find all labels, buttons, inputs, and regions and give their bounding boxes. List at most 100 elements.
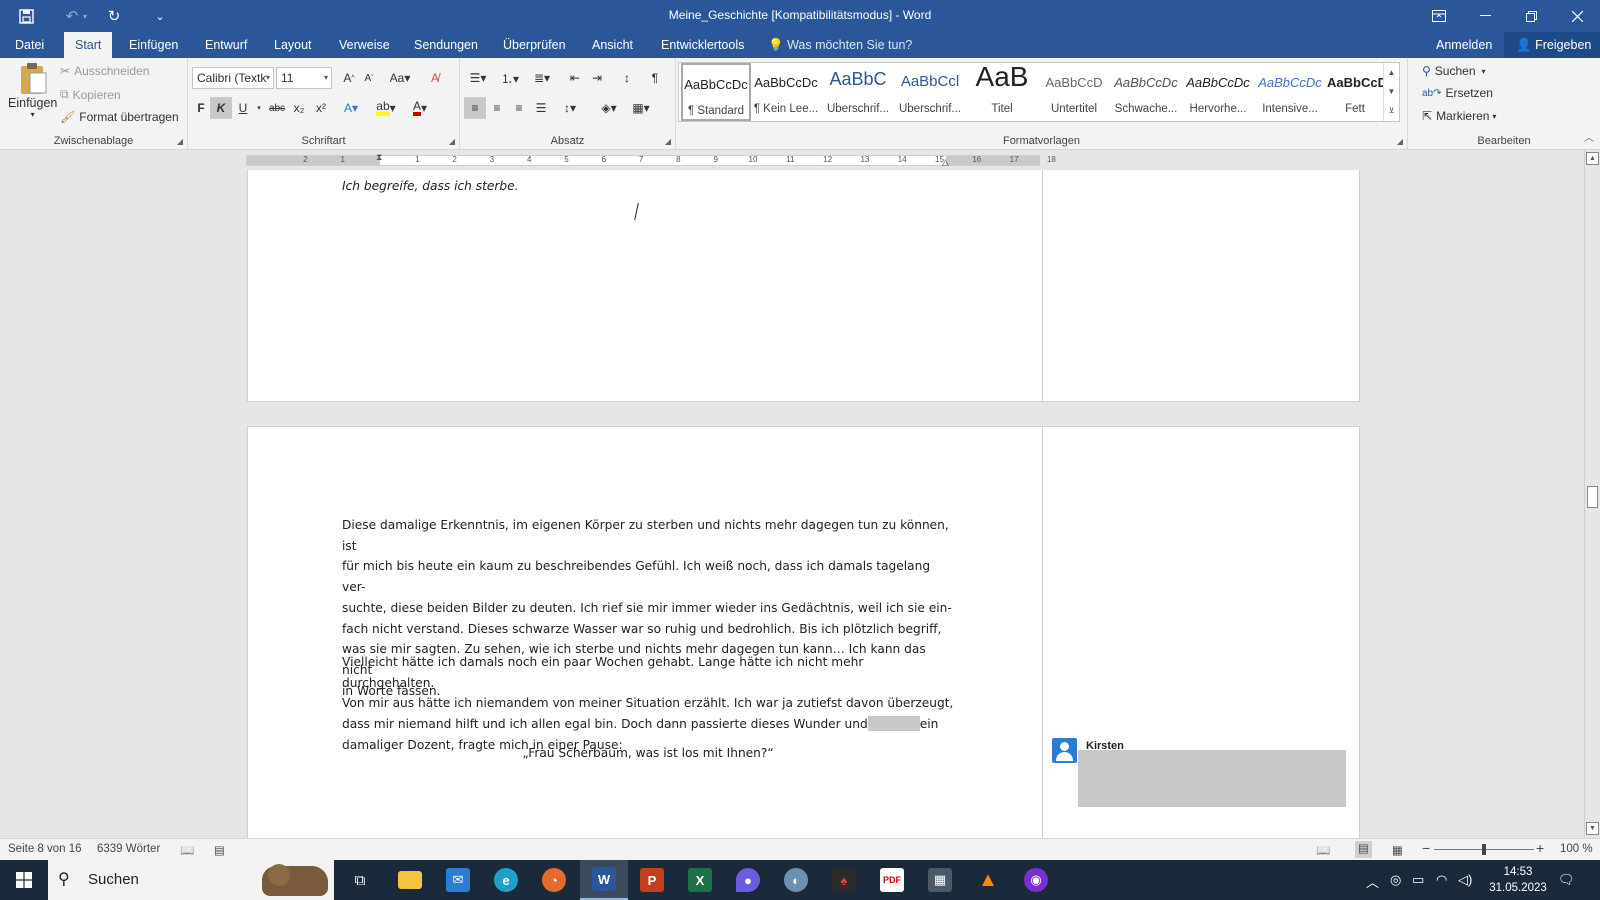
sort-icon[interactable]: ↕ [616, 67, 638, 89]
mail-icon[interactable]: ✉ [434, 860, 482, 900]
restore-icon[interactable] [1508, 0, 1554, 32]
style-item[interactable]: AaBbCcDc Fett [1327, 63, 1383, 121]
scroll-up-icon[interactable]: ▲ [1586, 152, 1599, 165]
style-item[interactable]: AaBbCcDc ¶ Standard [681, 63, 751, 121]
file-explorer-icon[interactable] [386, 860, 434, 900]
webcam-icon[interactable]: ◎ [1390, 872, 1401, 888]
battery-icon[interactable]: ▭ [1412, 872, 1424, 888]
ribbon-display-options-icon[interactable] [1416, 0, 1462, 32]
zoom-out-icon[interactable]: − [1422, 840, 1430, 856]
excel-icon[interactable]: X [676, 860, 724, 900]
chevron-down-icon[interactable]: ▼ [1384, 82, 1399, 101]
numbering-icon[interactable]: ⒈▾ [496, 67, 524, 89]
indent-marker-icon[interactable]: ⧗ [376, 152, 382, 163]
clear-formatting-icon[interactable]: A̸ [424, 67, 446, 89]
style-item[interactable]: AaBbCcDc Intensive... [1255, 63, 1325, 121]
zoom-in-icon[interactable]: + [1536, 840, 1544, 856]
tab-ansicht[interactable]: Ansicht [581, 32, 644, 58]
line-spacing-icon[interactable]: ↕▾ [556, 97, 584, 119]
zoom-slider-thumb[interactable] [1482, 844, 1486, 855]
windows-start-icon[interactable] [0, 860, 48, 900]
scroll-thumb[interactable] [1587, 486, 1598, 508]
proofing-icon[interactable]: 📖 [180, 843, 194, 857]
page-count[interactable]: Seite 8 von 16 [8, 843, 82, 855]
cut-button[interactable]: ✂ Ausschneiden [60, 64, 149, 78]
clock[interactable]: 14:53 31.05.2023 [1480, 864, 1556, 896]
horizontal-ruler[interactable]: 2 1 1 2 3 4 5 6 7 8 9 10 11 12 13 14 15 16 17 18 ⧗ △ [0, 150, 1600, 170]
zoom-level[interactable]: 100 % [1560, 843, 1593, 855]
dialog-launcher-icon[interactable]: ◢ [1397, 137, 1403, 146]
text-effects-icon[interactable]: A▾ [340, 97, 362, 119]
borders-icon[interactable]: ▦▾ [626, 97, 656, 119]
tab-verweise[interactable]: Verweise [328, 32, 401, 58]
style-item[interactable]: AaBbCcl Überschrif... [895, 63, 965, 121]
font-color-icon[interactable]: A ▾ [406, 97, 434, 119]
paste-button[interactable]: Einfügen ▾ [8, 60, 57, 119]
strikethrough-button[interactable]: abc [266, 97, 288, 119]
collapse-ribbon-icon[interactable]: ︿ [1584, 129, 1594, 144]
justify-icon[interactable]: ☰ [530, 97, 552, 119]
taskbar-search-box[interactable]: ⚲ Suchen [48, 860, 334, 900]
close-icon[interactable] [1554, 0, 1600, 32]
style-item[interactable]: AaBbC Überschrif... [823, 63, 893, 121]
bird-app-icon[interactable]: ♠ [820, 860, 868, 900]
speaker-icon[interactable]: ◁) [1458, 872, 1472, 888]
font-name-field[interactable]: Calibri (Textk ▾ [192, 67, 274, 89]
comment-balloon[interactable]: Kirsten [1052, 738, 1346, 818]
find-button[interactable]: ⚲ Suchen ▾ [1422, 64, 1486, 78]
copy-button[interactable]: ⧉ Kopieren [60, 87, 121, 102]
tab-ueberpruefen[interactable]: Überprüfen [492, 32, 577, 58]
style-item[interactable]: AaBbCcDc ¶ Kein Lee... [751, 63, 821, 121]
grow-font-icon[interactable]: A ^ [338, 67, 360, 89]
share-button[interactable]: 👤 Freigeben [1504, 32, 1600, 58]
font-size-field[interactable]: 11 ▾ [276, 67, 332, 89]
task-view-icon[interactable]: ⧉ [336, 860, 384, 900]
replace-button[interactable]: ab↷ Ersetzen [1422, 86, 1493, 100]
read-mode-icon[interactable]: 📖 [1316, 843, 1330, 857]
macro-record-icon[interactable]: ▤ [214, 843, 225, 857]
powerpoint-icon[interactable]: P [628, 860, 676, 900]
style-item[interactable]: AaBbCcD Untertitel [1039, 63, 1109, 121]
tab-einfuegen[interactable]: Einfügen [118, 32, 189, 58]
tab-start[interactable]: Start [64, 32, 113, 58]
bullets-icon[interactable]: ☰▾ [464, 67, 492, 89]
align-right-icon[interactable]: ≡ [508, 97, 530, 119]
mask-app-icon[interactable]: ◉ [1012, 860, 1060, 900]
notifications-icon[interactable]: 🗨 [1558, 872, 1575, 888]
italic-button[interactable]: K [210, 97, 232, 119]
document-area[interactable]: Ich begreife, dass ich sterbe. Diese dam… [0, 170, 1584, 838]
word-app-icon[interactable]: W [580, 860, 628, 900]
more-styles-icon[interactable]: ⊻ [1384, 101, 1399, 120]
vlc-icon[interactable]: ▲ [964, 860, 1012, 900]
tell-me-search[interactable]: 💡 Was möchten Sie tun? [768, 32, 912, 58]
dialog-launcher-icon[interactable]: ◢ [665, 137, 671, 146]
multilevel-list-icon[interactable]: ≣▾ [528, 67, 556, 89]
select-button[interactable]: ⇱ Markieren ▾ [1422, 109, 1496, 123]
chevron-up-icon[interactable]: ︿ [1366, 872, 1379, 891]
web-layout-icon[interactable]: ▦ [1392, 843, 1403, 857]
change-case-icon[interactable]: Aa▾ [386, 67, 414, 89]
style-item[interactable]: AaBbCcDc Hervorhe... [1183, 63, 1253, 121]
wifi-icon[interactable]: ◠ [1436, 872, 1447, 888]
chevron-up-icon[interactable]: ▲ [1384, 63, 1399, 82]
styles-gallery-scroll[interactable]: ▲ ▼ ⊻ [1383, 63, 1399, 121]
subscript-button[interactable]: x₂ [288, 97, 310, 119]
decrease-indent-icon[interactable]: ⇤ [564, 67, 586, 89]
align-left-icon[interactable]: ≡ [464, 97, 486, 119]
firefox-icon[interactable]: ◔ [530, 860, 578, 900]
tab-sendungen[interactable]: Sendungen [403, 32, 489, 58]
shading-icon[interactable]: ◈▾ [594, 97, 624, 119]
highlight-color-icon[interactable]: ab ▾ [372, 97, 400, 119]
word-count[interactable]: 6339 Wörter [97, 843, 160, 855]
paint-drop-icon[interactable]: ● [724, 860, 772, 900]
shrink-font-icon[interactable]: Aˇ [358, 67, 380, 89]
increase-indent-icon[interactable]: ⇥ [586, 67, 608, 89]
style-item[interactable]: AaBbCcDc Schwache... [1111, 63, 1181, 121]
pdf-tool-icon[interactable]: PDF [868, 860, 916, 900]
bold-button[interactable]: F [190, 97, 212, 119]
pilcrow-icon[interactable]: ¶ [644, 67, 666, 89]
dialog-launcher-icon[interactable]: ◢ [449, 137, 455, 146]
tab-entwurf[interactable]: Entwurf [194, 32, 258, 58]
superscript-button[interactable]: x² [310, 97, 332, 119]
vertical-scrollbar[interactable]: ▲ ▼ [1584, 150, 1600, 838]
